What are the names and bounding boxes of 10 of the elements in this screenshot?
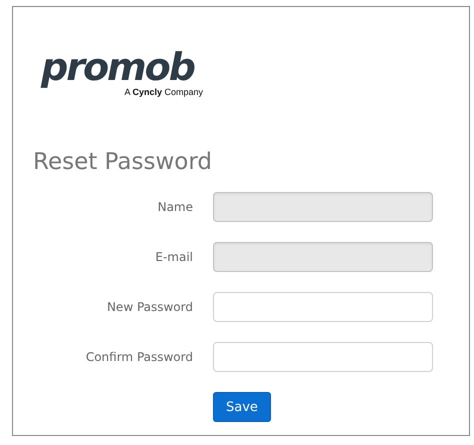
field-label: Name bbox=[156, 200, 193, 214]
field-label: New Password bbox=[106, 300, 193, 314]
field-label: E-mail bbox=[154, 250, 193, 264]
logo-wordmark: promob bbox=[41, 45, 194, 89]
page-title: Reset Password bbox=[33, 148, 213, 177]
field-label: Confirm Password bbox=[84, 350, 193, 364]
input-field[interactable] bbox=[213, 342, 433, 372]
input-field[interactable] bbox=[213, 292, 433, 322]
logo-tagline: A Cyncly Company bbox=[124, 87, 203, 97]
save-button[interactable]: Save bbox=[213, 392, 271, 422]
